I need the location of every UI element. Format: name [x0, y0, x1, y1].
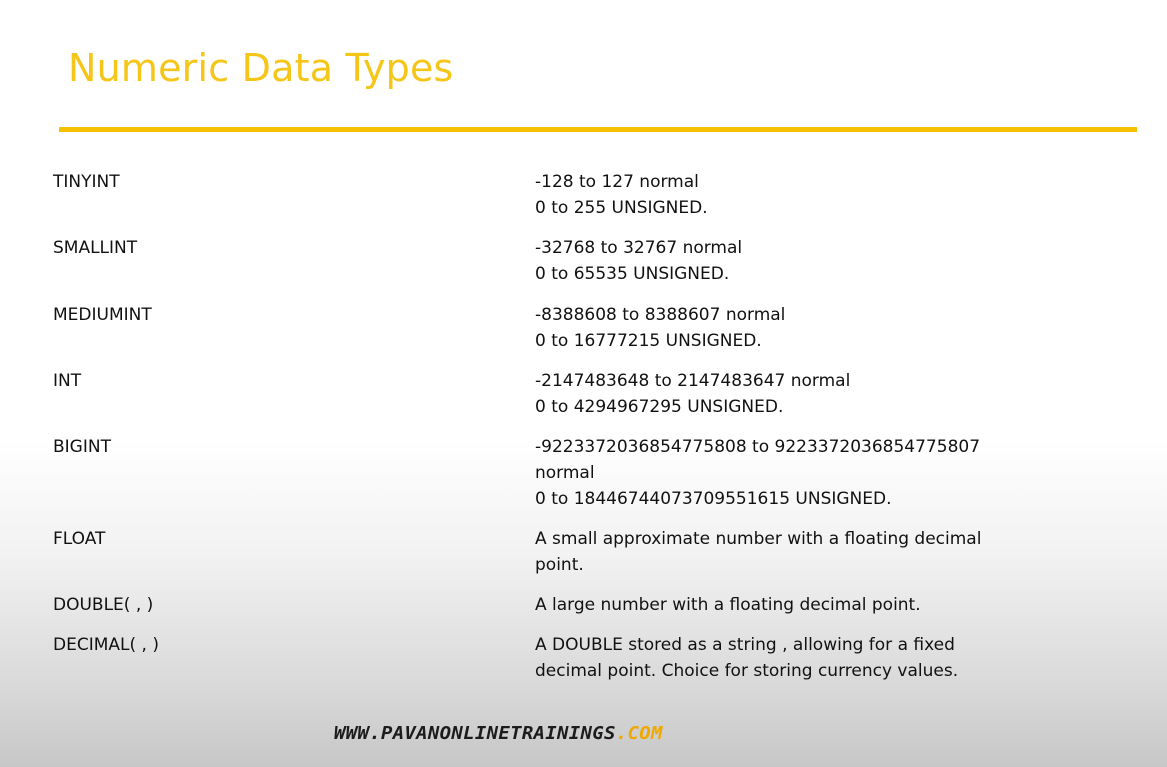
desc-line: -128 to 127 normal	[535, 172, 699, 192]
desc-line: -2147483648 to 2147483647 normal	[535, 371, 851, 391]
type-name-float: FLOAT	[53, 529, 106, 549]
desc-line: -8388608 to 8388607 normal	[535, 305, 786, 325]
type-desc-smallint: -32768 to 32767 normal 0 to 65535 UNSIGN…	[535, 235, 1005, 287]
footer-site-text: WWW.PAVANONLINETRAININGS	[334, 723, 616, 744]
type-desc-tinyint: -128 to 127 normal 0 to 255 UNSIGNED.	[535, 169, 1005, 221]
desc-line: 0 to 4294967295 UNSIGNED.	[535, 397, 784, 417]
desc-line: 0 to 255 UNSIGNED.	[535, 198, 708, 218]
desc-line: normal	[535, 463, 595, 483]
type-name-smallint: SMALLINT	[53, 238, 138, 258]
type-desc-int: -2147483648 to 2147483647 normal 0 to 42…	[535, 368, 1005, 420]
desc-line: -9223372036854775808 to 9223372036854775…	[535, 437, 981, 457]
desc-line: decimal point. Choice for storing curren…	[535, 661, 959, 681]
type-name-int: INT	[53, 371, 82, 391]
footer-tld-text: .COM	[615, 723, 663, 744]
type-name-tinyint: TINYINT	[53, 172, 120, 192]
type-desc-decimal: A DOUBLE stored as a string , allowing f…	[535, 632, 1005, 684]
desc-line: A DOUBLE stored as a string , allowing f…	[535, 635, 955, 655]
type-name-double: DOUBLE( , )	[53, 595, 154, 615]
slide-title: Numeric Data Types	[68, 46, 454, 90]
desc-line: 0 to 18446744073709551615 UNSIGNED.	[535, 489, 892, 509]
desc-line: -32768 to 32767 normal	[535, 238, 743, 258]
type-desc-mediumint: -8388608 to 8388607 normal 0 to 16777215…	[535, 302, 1005, 354]
desc-line: A large number with a floating decimal p…	[535, 595, 921, 615]
type-desc-bigint: -9223372036854775808 to 9223372036854775…	[535, 434, 1005, 512]
type-name-decimal: DECIMAL( , )	[53, 635, 159, 655]
desc-line: 0 to 16777215 UNSIGNED.	[535, 331, 762, 351]
type-desc-float: A small approximate number with a floati…	[535, 526, 1005, 578]
title-underline	[59, 127, 1137, 132]
type-name-bigint: BIGINT	[53, 437, 111, 457]
desc-line: A small approximate number with a floati…	[535, 529, 982, 549]
type-name-mediumint: MEDIUMINT	[53, 305, 152, 325]
footer-website-link[interactable]: WWW.PAVANONLINETRAININGS.COM	[334, 723, 663, 744]
desc-line: point.	[535, 555, 584, 575]
desc-line: 0 to 65535 UNSIGNED.	[535, 264, 730, 284]
type-desc-double: A large number with a floating decimal p…	[535, 592, 1005, 618]
